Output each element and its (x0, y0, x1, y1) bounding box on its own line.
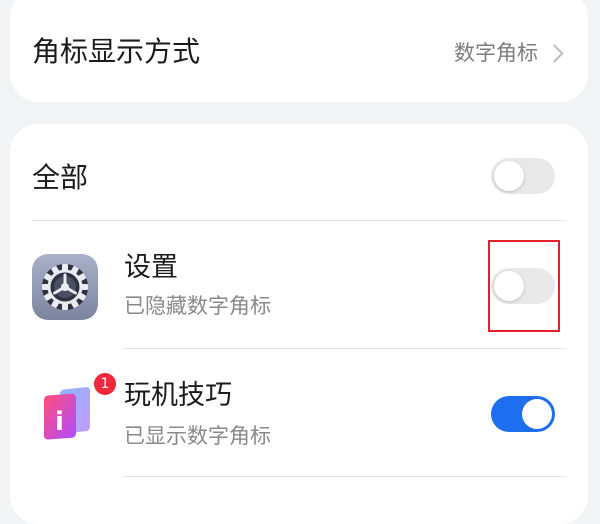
divider (124, 476, 566, 477)
all-apps-toggle[interactable] (491, 158, 555, 194)
notification-badge: 1 (92, 371, 118, 397)
app-name: 设置 (124, 252, 178, 283)
chevron-right-icon (545, 44, 564, 63)
settings-gear-icon (32, 254, 98, 320)
app-badge-status: 已显示数字角标 (124, 424, 271, 448)
toggle-knob (494, 161, 524, 191)
all-apps-label: 全部 (32, 161, 89, 194)
divider (124, 348, 566, 349)
tips-badge-toggle[interactable] (491, 396, 555, 432)
tips-app-icon: i (44, 387, 90, 440)
highlight-box (488, 240, 560, 332)
app-name: 玩机技巧 (124, 380, 232, 411)
svg-text:i: i (55, 407, 64, 437)
badge-style-value: 数字角标 (454, 41, 538, 65)
divider (32, 220, 566, 221)
app-badge-status: 已隐藏数字角标 (124, 294, 271, 318)
badge-style-label: 角标显示方式 (32, 35, 201, 68)
toggle-knob (522, 399, 552, 429)
badge-style-card[interactable]: 角标显示方式 数字角标 (10, 0, 588, 102)
